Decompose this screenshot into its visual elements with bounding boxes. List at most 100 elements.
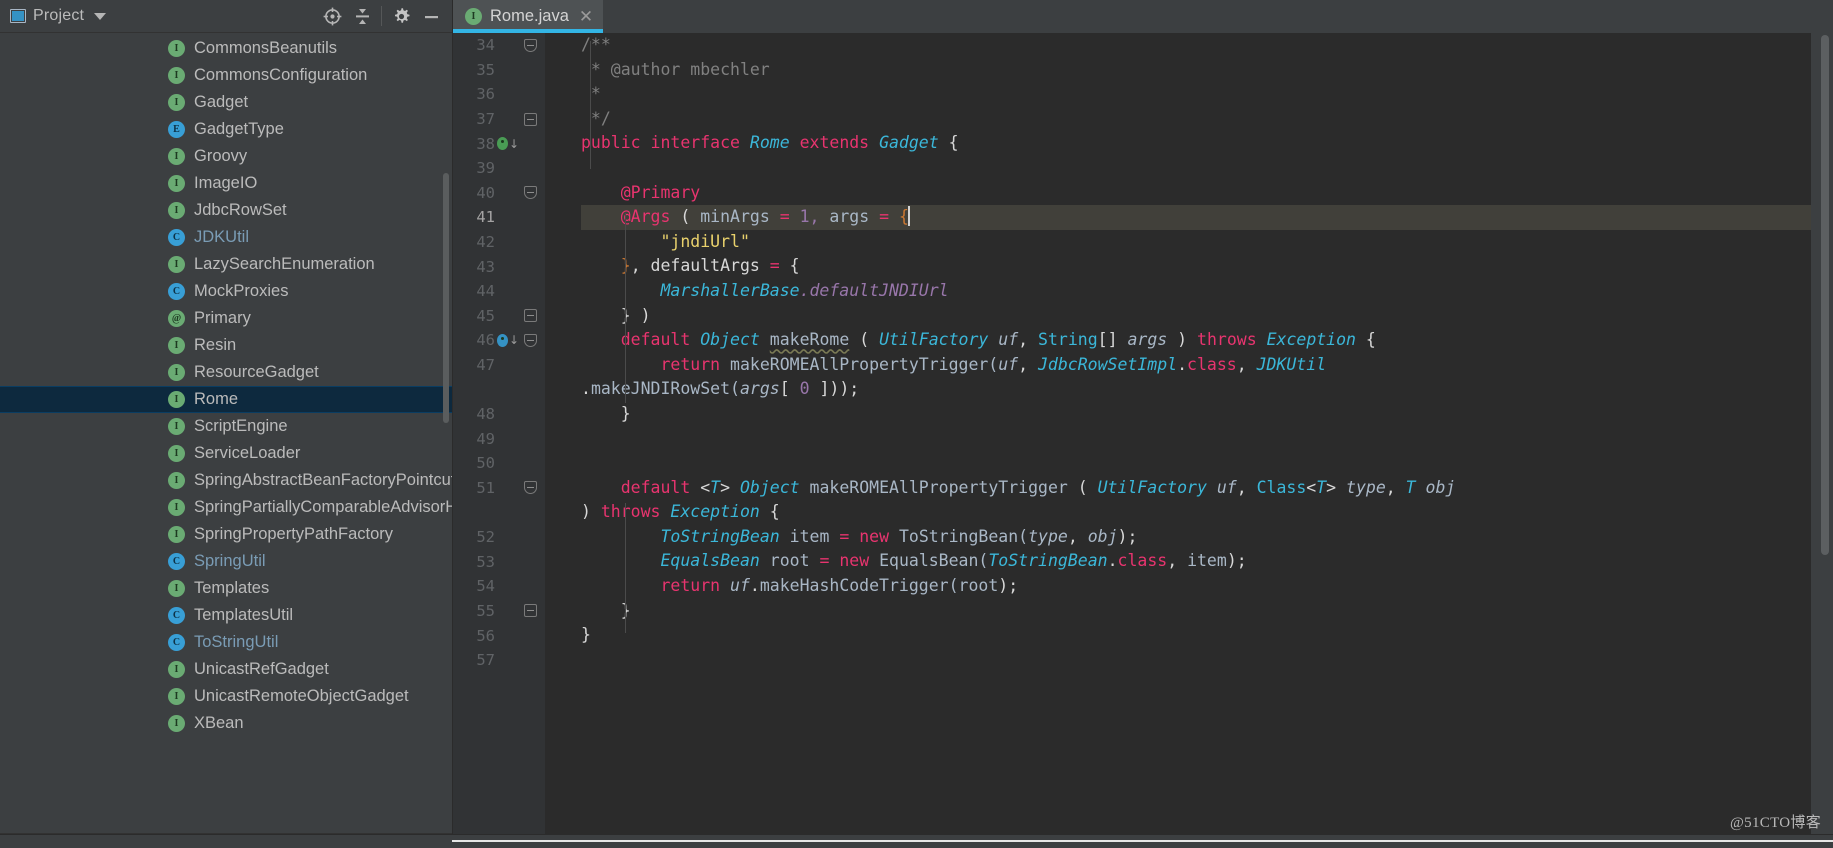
fold-marker-slot[interactable]: [519, 309, 541, 322]
code-editor[interactable]: 3435363738↓3940414243444546↓474849505152…: [453, 33, 1833, 834]
gutter-line-45[interactable]: 45: [453, 304, 545, 329]
gutter-run-marker-slot[interactable]: [497, 353, 519, 378]
code-line-44[interactable]: MarshallerBase.defaultJNDIUrl: [581, 279, 1811, 304]
tree-item-primary[interactable]: @Primary: [0, 305, 452, 332]
gutter-line-46[interactable]: 46↓: [453, 328, 545, 353]
gutter-line-36[interactable]: 36: [453, 82, 545, 107]
tree-item-xbean[interactable]: IXBean: [0, 710, 452, 737]
code-line-56[interactable]: }: [581, 623, 1811, 648]
interface-run-marker[interactable]: [497, 137, 508, 150]
gutter-run-marker-slot[interactable]: ↓: [497, 333, 519, 347]
tree-item-gadget[interactable]: IGadget: [0, 89, 452, 116]
tree-item-gadgettype[interactable]: EGadgetType: [0, 116, 452, 143]
project-tree-scrollbar[interactable]: [443, 173, 449, 423]
fold-marker-slot[interactable]: [519, 604, 541, 617]
code-line-57[interactable]: [581, 648, 1811, 673]
gutter-line-38[interactable]: 38↓: [453, 131, 545, 156]
fold-toggle-icon[interactable]: [524, 604, 537, 617]
gutter-line-34[interactable]: 34: [453, 33, 545, 58]
gutter-line-53[interactable]: 53: [453, 549, 545, 574]
code-line-34[interactable]: /**: [581, 33, 1811, 58]
tree-item-resin[interactable]: IResin: [0, 332, 452, 359]
code-line-36[interactable]: *: [581, 82, 1811, 107]
tree-item-mockproxies[interactable]: CMockProxies: [0, 278, 452, 305]
gutter-line-54[interactable]: 54: [453, 574, 545, 599]
tree-item-lazysearchenumeration[interactable]: ILazySearchEnumeration: [0, 251, 452, 278]
code-line-52[interactable]: ToStringBean item = new ToStringBean(typ…: [581, 525, 1811, 550]
fold-toggle-icon[interactable]: [524, 334, 537, 347]
tree-item-templates[interactable]: ITemplates: [0, 575, 452, 602]
fold-marker-slot[interactable]: [519, 353, 541, 378]
code-line-40[interactable]: @Primary: [581, 181, 1811, 206]
gutter-line-50[interactable]: 50: [453, 451, 545, 476]
project-tree[interactable]: ICommonsBeanutilsICommonsConfigurationIG…: [0, 33, 452, 834]
code-line-42[interactable]: "jndiUrl": [581, 230, 1811, 255]
tree-item-springpropertypathfactory[interactable]: ISpringPropertyPathFactory: [0, 521, 452, 548]
locate-button[interactable]: [317, 2, 347, 30]
fold-toggle-icon[interactable]: [524, 481, 537, 494]
fold-marker-slot[interactable]: [519, 39, 541, 52]
gutter-line-43[interactable]: 43: [453, 254, 545, 279]
gutter-line-57[interactable]: 57: [453, 648, 545, 673]
code-line-45[interactable]: } ): [581, 304, 1811, 329]
tree-item-jdkutil[interactable]: CJDKUtil: [0, 224, 452, 251]
code-line-38[interactable]: public interface Rome extends Gadget {: [581, 131, 1811, 156]
tree-item-scriptengine[interactable]: IScriptEngine: [0, 413, 452, 440]
fold-toggle-icon[interactable]: [524, 39, 537, 52]
code-line-39[interactable]: [581, 156, 1811, 181]
tree-item-groovy[interactable]: IGroovy: [0, 143, 452, 170]
collapse-all-button[interactable]: [347, 2, 377, 30]
tree-item-resourcegadget[interactable]: IResourceGadget: [0, 359, 452, 386]
gutter-line-37[interactable]: 37: [453, 107, 545, 132]
implementation-marker[interactable]: [497, 334, 508, 347]
tree-item-unicastrefgadget[interactable]: IUnicastRefGadget: [0, 656, 452, 683]
gutter-line-49[interactable]: 49: [453, 427, 545, 452]
fold-toggle-icon[interactable]: [524, 309, 537, 322]
gutter-line-51[interactable]: 51: [453, 476, 545, 525]
gutter-line-41[interactable]: 41: [453, 205, 545, 230]
editor-tab-rome-java[interactable]: I Rome.java ✕: [453, 0, 603, 33]
gutter-line-39[interactable]: 39: [453, 156, 545, 181]
gutter-line-35[interactable]: 35: [453, 58, 545, 83]
tree-item-rome[interactable]: IRome: [0, 386, 452, 413]
code-line-35[interactable]: * @author mbechler: [581, 58, 1811, 83]
gutter-run-marker-slot[interactable]: [497, 476, 519, 501]
fold-marker-slot[interactable]: [519, 186, 541, 199]
code-scroll-area[interactable]: /** * @author mbechler * */public interf…: [545, 33, 1811, 834]
code-line-51[interactable]: default <T> Object makeROMEAllPropertyTr…: [581, 476, 1811, 525]
code-line-49[interactable]: [581, 427, 1811, 452]
code-line-41[interactable]: @Args ( minArgs = 1, args = {: [581, 205, 1811, 230]
code-line-37[interactable]: */: [581, 107, 1811, 132]
chevron-down-icon[interactable]: [94, 13, 106, 20]
editor-marker-bar[interactable]: [1811, 33, 1833, 834]
fold-toggle-icon[interactable]: [524, 113, 537, 126]
gutter-line-52[interactable]: 52: [453, 525, 545, 550]
code-line-53[interactable]: EqualsBean root = new EqualsBean(ToStrin…: [581, 549, 1811, 574]
code-line-48[interactable]: }: [581, 402, 1811, 427]
code-line-43[interactable]: }, defaultArgs = {: [581, 254, 1811, 279]
fold-marker-slot[interactable]: [519, 113, 541, 126]
tree-item-serviceloader[interactable]: IServiceLoader: [0, 440, 452, 467]
gutter-line-47[interactable]: 47: [453, 353, 545, 402]
tree-item-springabstractbeanfactorypointcut[interactable]: ISpringAbstractBeanFactoryPointcut: [0, 467, 452, 494]
gutter-line-55[interactable]: 55: [453, 599, 545, 624]
gutter-line-48[interactable]: 48: [453, 402, 545, 427]
tree-item-commonsconfiguration[interactable]: ICommonsConfiguration: [0, 62, 452, 89]
gutter-line-42[interactable]: 42: [453, 230, 545, 255]
code-line-47[interactable]: return makeROMEAllPropertyTrigger(uf, Jd…: [581, 353, 1811, 402]
close-icon[interactable]: ✕: [577, 8, 593, 25]
tree-item-springpartiallycomparableadvisorh[interactable]: ISpringPartiallyComparableAdvisorH: [0, 494, 452, 521]
tree-item-commonsbeanutils[interactable]: ICommonsBeanutils: [0, 35, 452, 62]
settings-button[interactable]: [386, 2, 416, 30]
code-content[interactable]: /** * @author mbechler * */public interf…: [545, 33, 1811, 672]
fold-toggle-icon[interactable]: [524, 186, 537, 199]
code-line-55[interactable]: }: [581, 599, 1811, 624]
code-line-46[interactable]: default Object makeRome ( UtilFactory uf…: [581, 328, 1811, 353]
tree-item-springutil[interactable]: CSpringUtil: [0, 548, 452, 575]
gutter-line-44[interactable]: 44: [453, 279, 545, 304]
code-line-54[interactable]: return uf.makeHashCodeTrigger(root);: [581, 574, 1811, 599]
gutter-line-40[interactable]: 40: [453, 181, 545, 206]
editor-vertical-scrollbar[interactable]: [1821, 35, 1829, 555]
fold-marker-slot[interactable]: [519, 476, 541, 501]
hide-panel-button[interactable]: [416, 2, 446, 30]
